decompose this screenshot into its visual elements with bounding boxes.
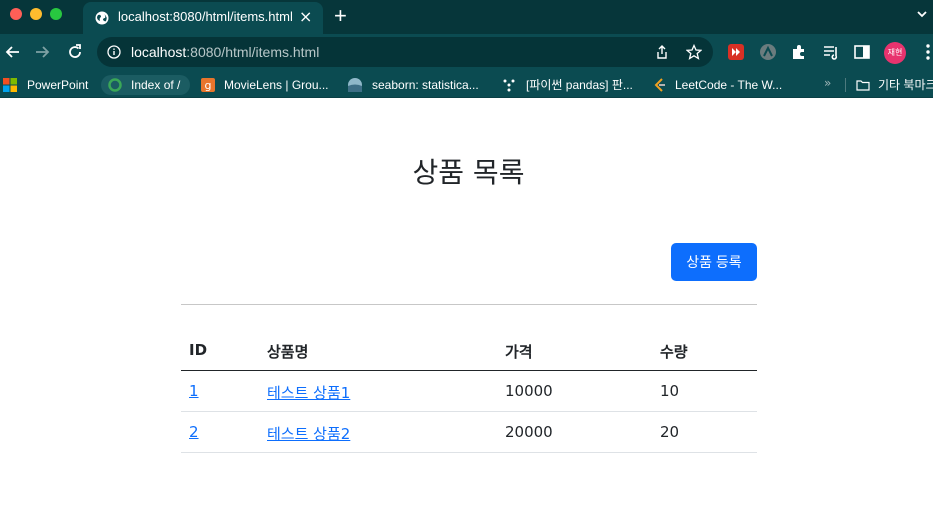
bookmark-label: [파이썬 pandas] 판...: [526, 78, 633, 92]
star-icon[interactable]: [686, 44, 702, 60]
playlist-icon[interactable]: [822, 43, 840, 61]
bookmark-movielens[interactable]: g MovieLens | Grou...: [201, 75, 336, 95]
table-header: ID 상품명 가격 수량: [181, 331, 757, 371]
divider: [181, 304, 757, 305]
url-host: localhost: [131, 44, 187, 60]
add-item-button[interactable]: 상품 등록: [671, 243, 757, 281]
tab-bar: localhost:8080/html/items.html × +: [0, 0, 933, 34]
kebab-menu-icon[interactable]: [919, 43, 933, 61]
maximize-window-button[interactable]: [50, 8, 62, 20]
puzzle-icon[interactable]: [790, 43, 808, 61]
powerpoint-icon: [3, 78, 17, 92]
dots-icon: [503, 79, 515, 92]
extension-red-icon[interactable]: [727, 43, 745, 61]
bookmark-label: PowerPoint: [27, 78, 89, 92]
reload-icon[interactable]: [65, 42, 85, 62]
tab-close-icon[interactable]: ×: [299, 8, 312, 26]
bookmarks-divider: [845, 78, 846, 92]
new-tab-button[interactable]: +: [334, 4, 347, 28]
page-title: 상품 목록: [412, 156, 525, 189]
url-path: :8080/html/items.html: [186, 44, 320, 60]
table-row: 1 테스트 상품1 10000 10: [181, 371, 757, 412]
column-header-id: ID: [189, 341, 208, 359]
leetcode-icon: [654, 78, 665, 92]
tab-title: localhost:8080/html/items.html: [118, 9, 293, 24]
extension-gray-icon[interactable]: [759, 43, 777, 61]
side-panel-icon[interactable]: [853, 43, 871, 61]
table-row: 2 테스트 상품2 20000 20: [181, 412, 757, 453]
info-icon[interactable]: [107, 45, 121, 59]
svg-text:g: g: [205, 79, 212, 92]
item-price: 20000: [505, 423, 553, 441]
item-id-link[interactable]: 2: [189, 423, 199, 441]
column-header-price: 가격: [505, 343, 533, 361]
bookmark-seaborn[interactable]: seaborn: statistica...: [348, 75, 493, 95]
share-icon[interactable]: [654, 44, 670, 60]
forward-arrow-icon[interactable]: [32, 42, 52, 62]
close-window-button[interactable]: [10, 8, 22, 20]
seaborn-icon: [348, 78, 362, 92]
bookmark-label: Index of /: [131, 78, 181, 92]
other-bookmarks[interactable]: 기타 북마크: [856, 75, 933, 95]
grouplens-icon: g: [201, 78, 215, 92]
address-bar[interactable]: localhost:8080/html/items.html: [97, 37, 713, 67]
item-name-link[interactable]: 테스트 상품2: [267, 423, 350, 444]
browser-toolbar: localhost:8080/html/items.html 재현: [0, 34, 933, 70]
column-header-quantity: 수량: [660, 343, 688, 361]
bookmarks-more-button[interactable]: »: [824, 76, 831, 90]
globe-icon: [95, 11, 109, 25]
profile-avatar[interactable]: 재현: [884, 42, 906, 64]
bookmark-leetcode[interactable]: LeetCode - The W...: [653, 75, 793, 95]
bookmark-powerpoint[interactable]: PowerPoint: [3, 75, 95, 95]
bookmarks-bar: PowerPoint Index of / g MovieLens | Grou…: [0, 70, 933, 98]
bookmark-index-of[interactable]: Index of /: [101, 75, 190, 95]
item-quantity: 10: [660, 382, 680, 400]
item-id-link[interactable]: 1: [189, 382, 199, 400]
browser-tab-active[interactable]: localhost:8080/html/items.html ×: [83, 2, 323, 34]
minimize-window-button[interactable]: [30, 8, 42, 20]
page-content: 상품 목록 상품 등록 ID 상품명 가격 수량 1 테스트 상품1 10000…: [0, 99, 933, 519]
column-header-name: 상품명: [267, 343, 309, 361]
back-arrow-icon[interactable]: [3, 42, 23, 62]
loading-ring-icon: [108, 78, 122, 92]
bookmark-label: seaborn: statistica...: [372, 78, 479, 92]
bookmark-label: MovieLens | Grou...: [224, 78, 329, 92]
other-bookmarks-label: 기타 북마크: [878, 78, 933, 92]
chevron-down-icon[interactable]: [916, 8, 928, 20]
item-quantity: 20: [660, 423, 680, 441]
bookmark-label: LeetCode - The W...: [675, 78, 783, 92]
folder-icon: [856, 80, 870, 91]
item-name-link[interactable]: 테스트 상품1: [267, 382, 350, 403]
bookmark-pandas[interactable]: [파이썬 pandas] 판...: [502, 75, 642, 95]
url-text[interactable]: localhost:8080/html/items.html: [131, 44, 319, 60]
item-price: 10000: [505, 382, 553, 400]
